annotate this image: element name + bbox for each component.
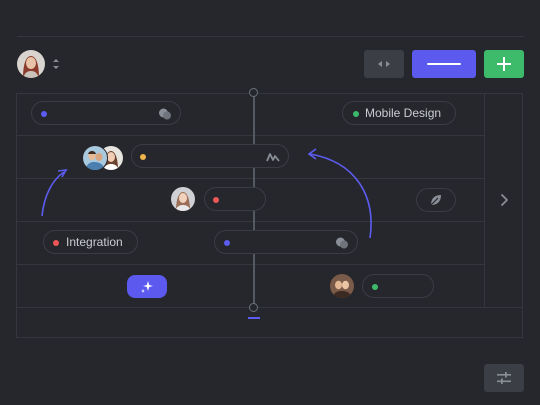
task-pill[interactable] [31, 101, 181, 125]
status-dot [353, 111, 359, 117]
status-dot [224, 240, 230, 246]
task-pill[interactable] [204, 187, 266, 211]
status-dot [140, 154, 146, 160]
avatar[interactable] [330, 274, 354, 298]
task-pill[interactable] [214, 230, 358, 254]
status-dot [53, 240, 59, 246]
sliders-icon [496, 371, 512, 385]
magic-button[interactable] [127, 275, 167, 298]
status-dot [41, 111, 47, 117]
chat-bubbles-icon [158, 107, 172, 121]
avatar[interactable] [171, 187, 195, 211]
woman-avatar-icon [171, 187, 195, 211]
task-pill[interactable] [131, 144, 289, 168]
status-dot [372, 284, 378, 290]
task-label: Mobile Design [365, 106, 441, 120]
settings-button[interactable] [484, 364, 524, 392]
status-dot [213, 197, 219, 203]
activity-icon [266, 150, 280, 164]
task-pill[interactable]: Mobile Design [342, 101, 456, 125]
group-avatar-icon [83, 146, 107, 170]
sparkles-icon [139, 279, 155, 295]
chat-bubbles-icon [335, 236, 349, 250]
connector-arrows [0, 0, 540, 405]
chevron-right-icon [496, 191, 512, 209]
leaf-button[interactable] [416, 188, 456, 212]
avatar[interactable] [82, 145, 108, 171]
leaf-icon [429, 193, 443, 207]
task-label: Integration [66, 235, 123, 249]
group-avatar-icon [330, 274, 354, 298]
task-pill[interactable] [362, 274, 434, 298]
task-pill[interactable]: Integration [43, 230, 138, 254]
next-button[interactable] [496, 191, 512, 209]
